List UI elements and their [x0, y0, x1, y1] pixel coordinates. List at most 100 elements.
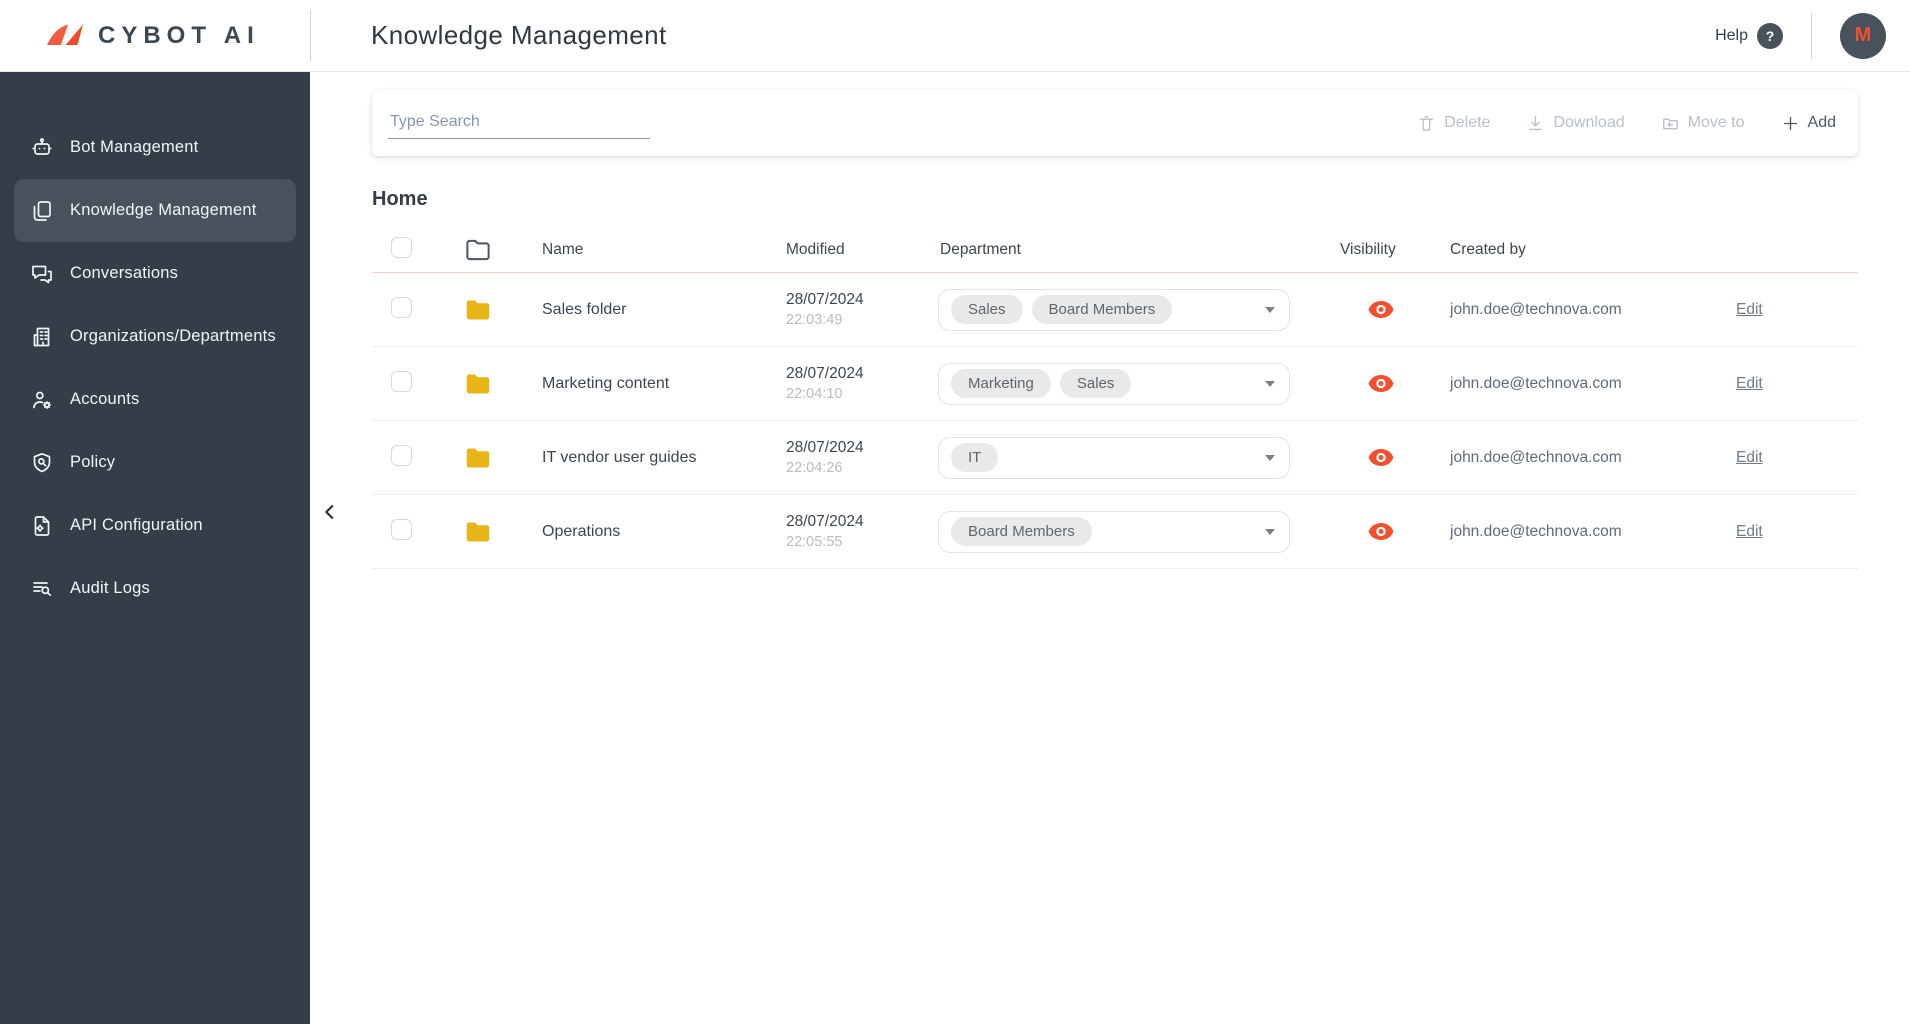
- move-to-button[interactable]: Move to: [1661, 114, 1745, 133]
- chevron-down-icon: [1265, 306, 1275, 313]
- folder-icon: [466, 448, 490, 467]
- sidebar-item-label: Policy: [70, 453, 116, 471]
- row-checkbox[interactable]: [391, 296, 412, 318]
- department-select[interactable]: Marketing Sales: [938, 362, 1290, 405]
- modified-time: 22:04:26: [786, 460, 843, 476]
- select-all-checkbox[interactable]: [391, 236, 412, 258]
- folder-name[interactable]: IT vendor user guides: [532, 449, 778, 467]
- department-chip: Board Members: [1031, 295, 1173, 324]
- sidebar-item-bot-management[interactable]: Bot Management: [14, 116, 296, 179]
- download-icon: [1529, 115, 1543, 130]
- table-body: Sales folder 28/07/2024 22:03:49 Sales Bo…: [372, 273, 1858, 569]
- building-icon: [30, 325, 54, 349]
- row-checkbox[interactable]: [391, 518, 412, 540]
- department-chip: Sales: [951, 295, 1023, 324]
- table-row: Marketing content 28/07/2024 22:04:10 Ma…: [372, 347, 1858, 421]
- download-button[interactable]: Download: [1526, 114, 1625, 133]
- sidebar-item-api-configuration[interactable]: API Configuration: [14, 494, 296, 557]
- sidebar-item-policy[interactable]: Policy: [14, 431, 296, 494]
- sidebar-collapse-button[interactable]: [315, 496, 345, 528]
- column-header-modified: Modified: [786, 240, 845, 258]
- department-select[interactable]: IT: [938, 436, 1290, 479]
- visibility-toggle[interactable]: [1368, 449, 1394, 466]
- user-gear-icon: [30, 388, 54, 412]
- folders-table: Name Modified Department Visibility Crea…: [372, 227, 1858, 569]
- eye-icon: [1368, 375, 1394, 392]
- breadcrumb-home[interactable]: Home: [372, 188, 1910, 211]
- visibility-toggle[interactable]: [1368, 301, 1394, 318]
- folder-name[interactable]: Marketing content: [532, 375, 778, 393]
- department-chip: Board Members: [951, 517, 1092, 546]
- department-chip: Marketing: [951, 369, 1051, 398]
- chevron-left-icon: [325, 505, 334, 519]
- chevron-down-icon: [1265, 528, 1275, 535]
- edit-link[interactable]: Edit: [1736, 523, 1763, 540]
- search-input[interactable]: [388, 107, 650, 139]
- sidebar-item-accounts[interactable]: Accounts: [14, 368, 296, 431]
- folder-name[interactable]: Sales folder: [532, 301, 778, 319]
- modified-time: 22:05:55: [786, 534, 843, 550]
- brand-name: CYBOT AI: [98, 21, 260, 49]
- sidebar-item-label: Accounts: [70, 390, 140, 408]
- created-by-email: john.doe@technova.com: [1450, 522, 1622, 540]
- add-button-label: Add: [1807, 114, 1836, 131]
- edit-link[interactable]: Edit: [1736, 301, 1763, 318]
- column-header-created-by: Created by: [1450, 240, 1526, 258]
- list-search-icon: [30, 577, 54, 601]
- modified-time: 22:04:10: [786, 386, 843, 402]
- sidebar-item-audit-logs[interactable]: Audit Logs: [14, 557, 296, 620]
- question-mark-icon: ?: [1757, 22, 1783, 49]
- eye-icon: [1368, 301, 1394, 318]
- department-select[interactable]: Board Members: [938, 510, 1290, 553]
- delete-button[interactable]: Delete: [1417, 114, 1490, 133]
- trash-icon: [1420, 115, 1434, 131]
- chevron-down-icon: [1265, 380, 1275, 387]
- plus-icon: [1783, 116, 1797, 130]
- add-button[interactable]: Add: [1781, 114, 1836, 133]
- download-button-label: Download: [1553, 114, 1625, 131]
- modified-date: 28/07/2024: [786, 291, 864, 308]
- help-button[interactable]: Help ?: [1715, 22, 1783, 49]
- topbar-divider: [310, 10, 311, 61]
- edit-link[interactable]: Edit: [1736, 449, 1763, 466]
- file-gear-icon: [30, 514, 54, 538]
- table-row: Operations 28/07/2024 22:05:55 Board Mem…: [372, 495, 1858, 569]
- sidebar-item-knowledge-management[interactable]: Knowledge Management: [14, 179, 296, 242]
- sidebar-item-label: Audit Logs: [70, 579, 150, 597]
- table-row: IT vendor user guides 28/07/2024 22:04:2…: [372, 421, 1858, 495]
- page-title: Knowledge Management: [371, 20, 667, 50]
- eye-icon: [1368, 449, 1394, 466]
- modified-date: 28/07/2024: [786, 365, 864, 382]
- toolbar: Delete Download Move to Add: [1417, 114, 1836, 133]
- column-header-visibility: Visibility: [1340, 240, 1396, 258]
- sidebar-item-conversations[interactable]: Conversations: [14, 242, 296, 305]
- actions-card: Delete Download Move to Add: [372, 90, 1858, 156]
- sidebar-item-label: Organizations/Departments: [70, 327, 276, 345]
- chat-bubbles-icon: [30, 262, 54, 286]
- modified-date: 28/07/2024: [786, 513, 864, 530]
- visibility-toggle[interactable]: [1368, 523, 1394, 540]
- folder-icon: [466, 374, 490, 393]
- row-checkbox[interactable]: [391, 444, 412, 466]
- brand: CYBOT AI: [0, 0, 310, 71]
- delete-button-label: Delete: [1444, 114, 1491, 131]
- sidebar-item-organizations-departments[interactable]: Organizations/Departments: [14, 305, 296, 368]
- column-header-department: Department: [940, 240, 1021, 258]
- topbar-divider: [1811, 12, 1812, 59]
- row-checkbox[interactable]: [391, 370, 412, 392]
- department-select[interactable]: Sales Board Members: [938, 288, 1290, 331]
- folder-name[interactable]: Operations: [532, 523, 778, 541]
- table-header-row: Name Modified Department Visibility Crea…: [372, 227, 1858, 273]
- folder-outline-icon: [466, 239, 490, 260]
- documents-icon: [30, 199, 54, 223]
- modified-date: 28/07/2024: [786, 439, 864, 456]
- sidebar-item-label: Knowledge Management: [70, 201, 257, 219]
- move-to-button-label: Move to: [1687, 114, 1745, 131]
- department-chip: IT: [951, 443, 999, 472]
- modified-time: 22:03:49: [786, 312, 843, 328]
- chevron-down-icon: [1265, 454, 1275, 461]
- edit-link[interactable]: Edit: [1736, 375, 1763, 392]
- visibility-toggle[interactable]: [1368, 375, 1394, 392]
- avatar[interactable]: M: [1840, 12, 1886, 59]
- folder-move-icon: [1662, 117, 1678, 129]
